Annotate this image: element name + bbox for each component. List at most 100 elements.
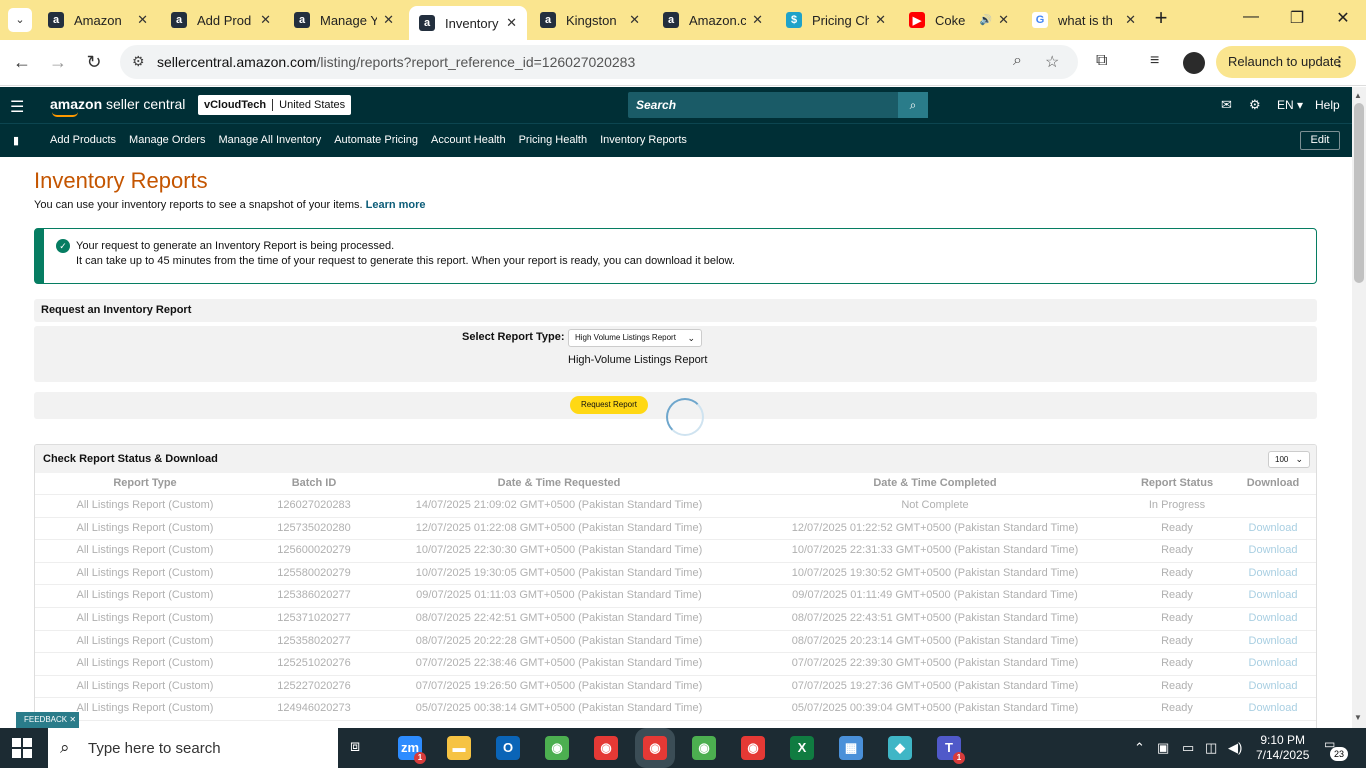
address-bar[interactable]: ⚙ sellercentral.amazon.com/listing/repor… [120, 45, 1078, 79]
download-link[interactable]: Download [1249, 567, 1298, 579]
zoom-app-icon[interactable]: zm 1 [398, 736, 426, 764]
browser-tab-7[interactable]: ▶ Coke 🔊 ✕ [899, 4, 1019, 36]
help-link[interactable]: Help [1315, 98, 1340, 112]
chrome-app-icon[interactable]: ◉ [545, 736, 569, 760]
more-menu-icon[interactable]: ⋮ [1333, 46, 1346, 78]
download-link[interactable]: Download [1249, 589, 1298, 601]
browser-tab-1[interactable]: a Add Prod ✕ [161, 4, 281, 36]
account-marketplace-switcher[interactable]: vCloudTech United States [198, 95, 352, 115]
settings-gear-icon[interactable]: ⚙ [1249, 97, 1261, 113]
page-size-dropdown[interactable]: 100 ⌄ [1268, 451, 1310, 468]
audio-playing-icon[interactable]: 🔊 [980, 15, 992, 26]
chrome-app-2-icon[interactable]: ◉ [594, 736, 618, 760]
minimize-icon[interactable]: — [1236, 8, 1266, 26]
report-type-dropdown[interactable]: High Volume Listings Report ⌄ [568, 329, 702, 347]
learn-more-link[interactable]: Learn more [366, 199, 426, 211]
download-link[interactable]: Download [1249, 702, 1298, 714]
notification-center-icon[interactable]: ▭ 23 [1324, 737, 1350, 761]
feedback-button[interactable]: FEEDBACK ✕ [16, 712, 79, 728]
chrome-app-4-icon[interactable]: ◉ [741, 736, 765, 760]
download-link[interactable]: Download [1249, 612, 1298, 624]
chrome-app-3-icon[interactable]: ◉ [692, 736, 716, 760]
column-header[interactable]: Batch ID [292, 477, 337, 489]
excel-app-icon[interactable]: X [790, 736, 814, 760]
network-icon[interactable]: ◫ [1205, 740, 1217, 756]
vscode-like-app-icon[interactable]: ◆ [888, 736, 912, 760]
column-header[interactable]: Report Type [113, 477, 176, 489]
browser-tab-0[interactable]: a Amazon ✕ [38, 4, 158, 36]
chrome-app-active-icon[interactable]: ◉ [643, 736, 667, 760]
column-header[interactable]: Download [1247, 477, 1300, 489]
restore-icon[interactable]: ❐ [1282, 8, 1312, 28]
browser-tab-4[interactable]: a Kingston ✕ [530, 4, 650, 36]
close-window-icon[interactable]: ✕ [1328, 8, 1358, 28]
hamburger-menu-icon[interactable]: ☰ [10, 97, 24, 117]
download-link[interactable]: Download [1249, 657, 1298, 669]
nav-link-account-health[interactable]: Account Health [431, 134, 506, 146]
profile-avatar[interactable] [1183, 52, 1205, 74]
nav-link-inventory-reports[interactable]: Inventory Reports [600, 134, 687, 146]
zoom-icon[interactable]: ⌕ [1013, 52, 1022, 70]
relaunch-to-update-button[interactable]: Relaunch to update ⋮ [1216, 46, 1356, 78]
close-tab-icon[interactable]: ✕ [998, 12, 1009, 28]
back-arrow-icon[interactable]: ← [11, 52, 33, 73]
column-header[interactable]: Date & Time Requested [498, 477, 621, 489]
download-link[interactable]: Download [1249, 544, 1298, 556]
volume-icon[interactable]: ◀) [1228, 740, 1242, 756]
request-report-button[interactable]: Request Report [570, 396, 648, 414]
browser-tab-8[interactable]: Gwhat is th ✕ [1022, 4, 1146, 36]
search-icon[interactable]: ⌕ [898, 92, 928, 118]
windows-start-icon[interactable] [12, 738, 32, 758]
close-tab-icon[interactable]: ✕ [875, 12, 886, 28]
task-view-icon[interactable]: ⧈ [350, 738, 360, 756]
tab-search-chevron-icon[interactable]: ⌄ [8, 8, 32, 32]
scroll-down-icon[interactable]: ▼ [1354, 713, 1362, 722]
nav-link-manage-all-inventory[interactable]: Manage All Inventory [218, 134, 321, 146]
scroll-up-icon[interactable]: ▲ [1354, 91, 1362, 100]
language-selector[interactable]: EN ▾ [1277, 98, 1303, 112]
nav-link-automate-pricing[interactable]: Automate Pricing [334, 134, 418, 146]
nav-link-add-products[interactable]: Add Products [50, 134, 116, 146]
close-tab-icon[interactable]: ✕ [752, 12, 763, 28]
download-link[interactable]: Download [1249, 635, 1298, 647]
bookmark-star-icon[interactable]: ☆ [1045, 52, 1059, 72]
edit-nav-button[interactable]: Edit [1300, 131, 1340, 150]
close-tab-icon[interactable]: ✕ [629, 12, 640, 28]
bookmark-icon[interactable]: ▮ [13, 134, 19, 147]
nav-link-pricing-health[interactable]: Pricing Health [519, 134, 587, 146]
taskbar-search-input[interactable]: ⌕ Type here to search [48, 728, 338, 768]
teams-app-icon[interactable]: T1 [937, 736, 965, 764]
tray-overflow-chevron-icon[interactable]: ⌃ [1134, 740, 1145, 756]
calculator-app-icon[interactable]: ▦ [839, 736, 863, 760]
download-link[interactable]: Download [1249, 522, 1298, 534]
close-tab-icon[interactable]: ✕ [137, 12, 148, 28]
seller-central-logo[interactable]: amazon seller central [50, 96, 185, 112]
extensions-puzzle-icon[interactable]: ⧉ [1096, 52, 1107, 70]
tray-app-icon[interactable]: ▣ [1157, 740, 1169, 756]
taskbar-clock[interactable]: 9:10 PM 7/14/2025 [1256, 733, 1309, 763]
site-info-icon[interactable]: ⚙ [132, 53, 145, 70]
outlook-app-icon[interactable]: O [496, 736, 520, 760]
close-tab-icon[interactable]: ✕ [383, 12, 394, 28]
file-explorer-app-icon[interactable]: ▬ [447, 736, 471, 760]
media-control-icon[interactable]: ≡ [1150, 52, 1159, 70]
reload-icon[interactable]: ↻ [83, 52, 105, 73]
close-tab-icon[interactable]: ✕ [506, 15, 517, 31]
close-tab-icon[interactable]: ✕ [260, 12, 271, 28]
battery-icon[interactable]: ▭ [1182, 740, 1194, 756]
download-link[interactable]: Download [1249, 680, 1298, 692]
forward-arrow-icon[interactable]: → [47, 52, 69, 73]
scrollbar-thumb[interactable] [1354, 103, 1364, 283]
browser-tab-6[interactable]: $ Pricing Ch ✕ [776, 4, 896, 36]
nav-link-manage-orders[interactable]: Manage Orders [129, 134, 205, 146]
page-scrollbar[interactable]: ▲ ▼ [1352, 87, 1366, 728]
new-tab-plus-icon[interactable]: + [1150, 7, 1172, 30]
seller-search-input[interactable]: Search ⌕ [628, 92, 928, 118]
column-header[interactable]: Date & Time Completed [873, 477, 996, 489]
browser-tab-2[interactable]: a Manage Y ✕ [284, 4, 404, 36]
column-header[interactable]: Report Status [1141, 477, 1213, 489]
browser-tab-3[interactable]: a Inventory ✕ [409, 6, 527, 40]
mail-icon[interactable]: ✉ [1221, 97, 1232, 113]
browser-tab-5[interactable]: a Amazon.c ✕ [653, 4, 773, 36]
close-tab-icon[interactable]: ✕ [1125, 12, 1136, 28]
